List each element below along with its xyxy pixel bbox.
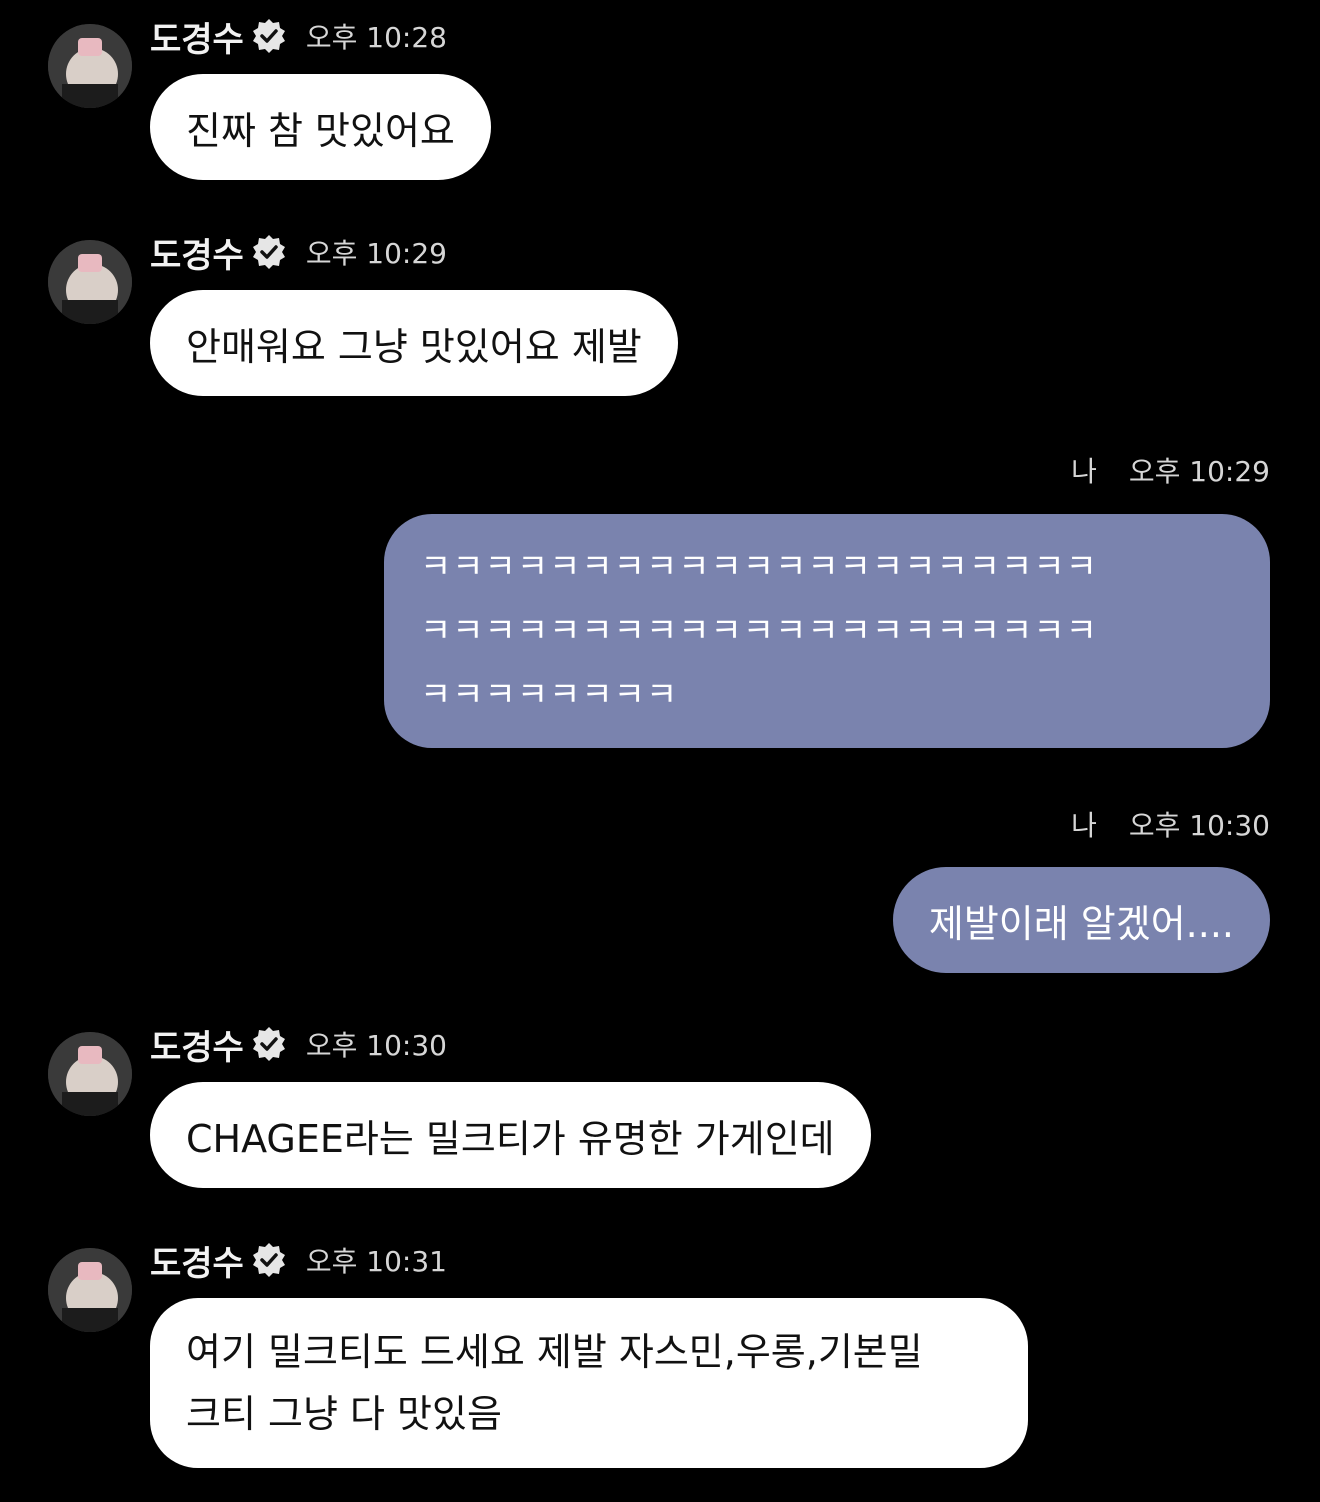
message-time: 오후 10:31	[305, 1245, 447, 1278]
sender-name[interactable]: 도경수	[150, 228, 244, 277]
message-text: 진짜 참 맛있어요	[186, 108, 455, 153]
sender-name[interactable]: 도경수	[150, 12, 244, 61]
message-text-line: ㅋㅋㅋㅋㅋㅋㅋㅋ	[420, 675, 679, 715]
message-meta: 도경수 오후 10:29	[150, 228, 447, 276]
message-time: 오후 10:30	[305, 1029, 447, 1062]
message-bubble[interactable]: ㅋㅋㅋㅋㅋㅋㅋㅋㅋㅋㅋㅋㅋㅋㅋㅋㅋㅋㅋㅋㅋ ㅋㅋㅋㅋㅋㅋㅋㅋㅋㅋㅋㅋㅋㅋㅋㅋㅋㅋ…	[384, 514, 1270, 748]
avatar[interactable]	[48, 1248, 132, 1332]
message-meta: 나 오후 10:30	[1071, 800, 1270, 848]
message-bubble[interactable]: CHAGEE라는 밀크티가 유명한 가게인데	[150, 1082, 871, 1188]
message-time: 오후 10:29	[305, 237, 447, 270]
message-meta: 도경수 오후 10:31	[150, 1236, 447, 1284]
sender-name[interactable]: 도경수	[150, 1236, 244, 1285]
message-bubble[interactable]: 제발이래 알겠어....	[892, 867, 1270, 973]
message-meta: 도경수 오후 10:30	[150, 1020, 447, 1068]
message-text-line: 여기 밀크티도 드세요 제발 자스민,우롱,기본밀	[186, 1330, 923, 1374]
verified-badge-icon	[250, 17, 288, 55]
message-bubble[interactable]: 진짜 참 맛있어요	[150, 74, 491, 180]
sender-name: 나	[1071, 809, 1097, 842]
message-text: 안매워요 그냥 맛있어요 제발	[186, 324, 642, 369]
message-text-line: ㅋㅋㅋㅋㅋㅋㅋㅋㅋㅋㅋㅋㅋㅋㅋㅋㅋㅋㅋㅋㅋ	[420, 547, 1098, 587]
message-text-line: 크티 그냥 다 맛있음	[186, 1392, 502, 1436]
avatar[interactable]	[48, 240, 132, 324]
verified-badge-icon	[250, 1025, 288, 1063]
message-time: 오후 10:28	[305, 21, 447, 54]
message-time: 오후 10:30	[1128, 809, 1270, 842]
message-text-line: ㅋㅋㅋㅋㅋㅋㅋㅋㅋㅋㅋㅋㅋㅋㅋㅋㅋㅋㅋㅋㅋ	[420, 611, 1098, 651]
message-text: 제발이래 알겠어....	[928, 901, 1234, 946]
avatar[interactable]	[48, 1032, 132, 1116]
avatar[interactable]	[48, 24, 132, 108]
message-meta: 나 오후 10:29	[1071, 446, 1270, 494]
message-meta: 도경수 오후 10:28	[150, 12, 447, 60]
message-bubble[interactable]: 안매워요 그냥 맛있어요 제발	[150, 290, 678, 396]
sender-name: 나	[1071, 455, 1097, 488]
message-time: 오후 10:29	[1128, 455, 1270, 488]
verified-badge-icon	[250, 233, 288, 271]
verified-badge-icon	[250, 1241, 288, 1279]
message-text: CHAGEE라는 밀크티가 유명한 가게인데	[186, 1116, 835, 1161]
message-bubble[interactable]: 여기 밀크티도 드세요 제발 자스민,우롱,기본밀 크티 그냥 다 맛있음	[150, 1298, 1028, 1468]
sender-name[interactable]: 도경수	[150, 1020, 244, 1069]
